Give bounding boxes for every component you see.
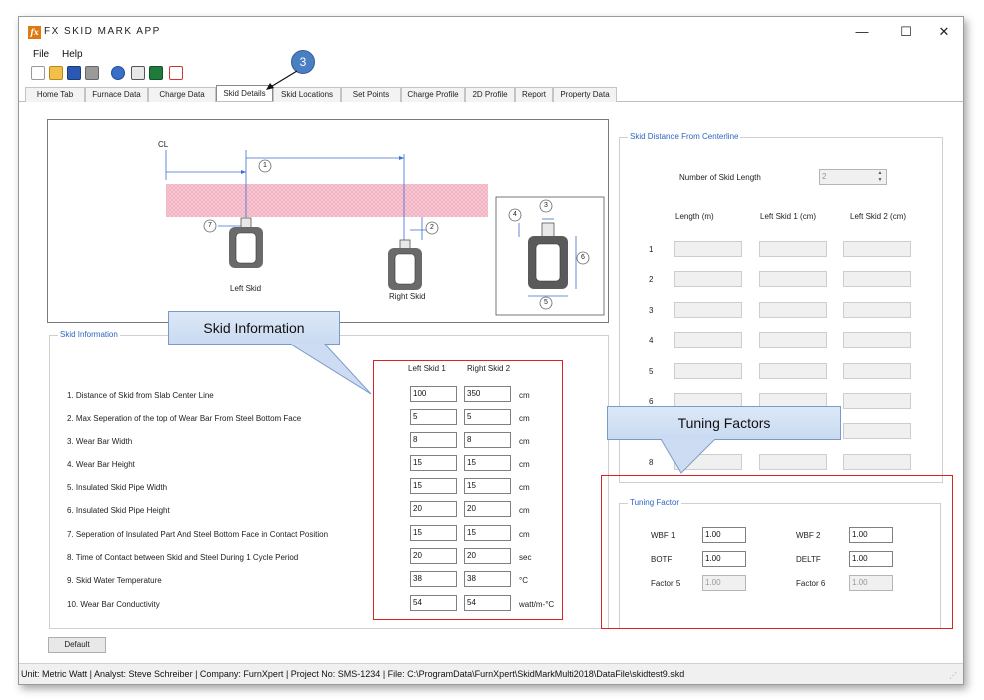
tab-charge-data[interactable]: Charge Data xyxy=(148,87,216,102)
row-number: 1 xyxy=(649,245,654,254)
number-of-skid-length-label: Number of Skid Length xyxy=(679,173,761,182)
row-label: 10. Wear Bar Conductivity xyxy=(67,600,160,609)
new-file-icon[interactable] xyxy=(31,66,45,80)
skid-details-panel: CL Left Skid Right Skid 1 2 7 3 4 5 6 Sk… xyxy=(19,103,963,661)
length-cell[interactable] xyxy=(674,241,742,257)
marker-1: 1 xyxy=(263,162,267,169)
left-skid-2-cell[interactable] xyxy=(843,423,911,439)
marker-7: 7 xyxy=(208,222,212,229)
left-skid-2-cell[interactable] xyxy=(843,241,911,257)
skid-diagram-drawing xyxy=(165,150,605,316)
resize-grip-icon[interactable]: ⋰ xyxy=(949,671,957,680)
tab-report[interactable]: Report xyxy=(515,87,553,102)
left-skid-1-cell[interactable] xyxy=(759,302,827,318)
skid-information-legend: Skid Information xyxy=(58,330,120,339)
tuning-factors-callout: Tuning Factors xyxy=(607,406,841,440)
left-skid-2-cell[interactable] xyxy=(843,363,911,379)
slab-shape xyxy=(166,184,488,217)
left-skid-2-cell[interactable] xyxy=(843,332,911,348)
row-number: 8 xyxy=(649,458,654,467)
toolbar xyxy=(19,64,963,84)
marker-5: 5 xyxy=(544,299,548,306)
row-label: 3. Wear Bar Width xyxy=(67,437,133,446)
left-skid-2-cell[interactable] xyxy=(843,271,911,287)
left-skid-2-header: Left Skid 2 (cm) xyxy=(850,212,907,221)
status-bar: Unit: Metric Watt | Analyst: Steve Schre… xyxy=(19,663,963,684)
row-label: 5. Insulated Skid Pipe Width xyxy=(67,483,168,492)
tab-set-points[interactable]: Set Points xyxy=(341,87,401,102)
spinner-arrows-icon[interactable]: ▲ ▼ xyxy=(875,170,885,184)
right-skid-label: Right Skid xyxy=(389,292,426,301)
app-logo-icon: fx xyxy=(28,26,41,39)
print-icon[interactable] xyxy=(85,66,99,80)
excel-icon[interactable] xyxy=(149,66,163,80)
left-skid-1-cell[interactable] xyxy=(759,363,827,379)
left-skid-2-cell[interactable] xyxy=(843,454,911,470)
cl-label: CL xyxy=(158,140,169,149)
row-number: 4 xyxy=(649,336,654,345)
tab-charge-profile[interactable]: Charge Profile xyxy=(401,87,465,102)
pdf-icon[interactable] xyxy=(169,66,183,80)
skid-distance-legend: Skid Distance From Centerline xyxy=(628,132,741,141)
help-icon[interactable] xyxy=(111,66,125,80)
skid-diagram: CL Left Skid Right Skid 1 2 7 3 4 5 6 xyxy=(47,119,609,323)
row-number: 3 xyxy=(649,306,654,315)
skid-information-callout-pointer xyxy=(290,344,372,395)
length-header: Length (m) xyxy=(675,212,714,221)
tab-bar: Home Tab Furnace Data Charge Data Skid D… xyxy=(19,85,963,102)
length-cell[interactable] xyxy=(674,271,742,287)
calculator-icon[interactable] xyxy=(131,66,145,80)
app-title: FX SKID MARK APP xyxy=(44,26,161,37)
left-skid-1-cell[interactable] xyxy=(759,332,827,348)
tuning-factor-highlight xyxy=(601,475,953,629)
length-cell[interactable] xyxy=(674,302,742,318)
app-window: fx FX SKID MARK APP — ☐ ✕ File Help Home… xyxy=(18,16,964,685)
left-skid-label: Left Skid xyxy=(230,284,262,293)
row-label: 2. Max Seperation of the top of Wear Bar… xyxy=(67,414,302,423)
step-arrow-icon xyxy=(266,70,298,90)
tab-furnace-data[interactable]: Furnace Data xyxy=(85,87,148,102)
left-skid-2-cell[interactable] xyxy=(843,393,911,409)
menu-help[interactable]: Help xyxy=(62,49,83,60)
row-number: 5 xyxy=(649,367,654,376)
left-skid-1-cell[interactable] xyxy=(759,271,827,287)
marker-4: 4 xyxy=(513,211,517,218)
left-skid-2-cell[interactable] xyxy=(843,302,911,318)
skid-information-callout: Skid Information xyxy=(168,311,340,345)
tuning-factors-callout-pointer xyxy=(660,439,716,474)
skid-inputs-highlight xyxy=(373,360,563,620)
left-skid-1-cell[interactable] xyxy=(759,454,827,470)
row-label: 1. Distance of Skid from Slab Center Lin… xyxy=(67,391,214,400)
row-label: 9. Skid Water Temperature xyxy=(67,576,162,585)
row-label: 7. Seperation of Insulated Part And Stee… xyxy=(67,530,329,539)
row-number: 6 xyxy=(649,397,654,406)
close-button[interactable]: ✕ xyxy=(929,23,959,41)
tab-2d-profile[interactable]: 2D Profile xyxy=(465,87,515,102)
open-folder-icon[interactable] xyxy=(49,66,63,80)
title-bar: fx FX SKID MARK APP — ☐ ✕ xyxy=(19,17,963,47)
left-skid-1-header: Left Skid 1 (cm) xyxy=(760,212,817,221)
row-number: 2 xyxy=(649,275,654,284)
row-label: 6. Insulated Skid Pipe Height xyxy=(67,506,170,515)
minimize-button[interactable]: — xyxy=(847,23,877,41)
left-skid-1-cell[interactable] xyxy=(759,241,827,257)
marker-2: 2 xyxy=(430,224,434,231)
marker-3: 3 xyxy=(544,202,548,209)
row-label: 8. Time of Contact between Skid and Stee… xyxy=(67,553,299,562)
tab-property-data[interactable]: Property Data xyxy=(553,87,617,102)
maximize-button[interactable]: ☐ xyxy=(891,23,921,41)
menu-file[interactable]: File xyxy=(33,49,49,60)
menu-bar: File Help xyxy=(19,47,963,63)
row-label: 4. Wear Bar Height xyxy=(67,460,135,469)
save-icon[interactable] xyxy=(67,66,81,80)
length-cell[interactable] xyxy=(674,332,742,348)
default-button[interactable]: Default xyxy=(48,637,106,653)
marker-6: 6 xyxy=(581,254,585,261)
tab-home[interactable]: Home Tab xyxy=(25,87,85,102)
length-cell[interactable] xyxy=(674,363,742,379)
